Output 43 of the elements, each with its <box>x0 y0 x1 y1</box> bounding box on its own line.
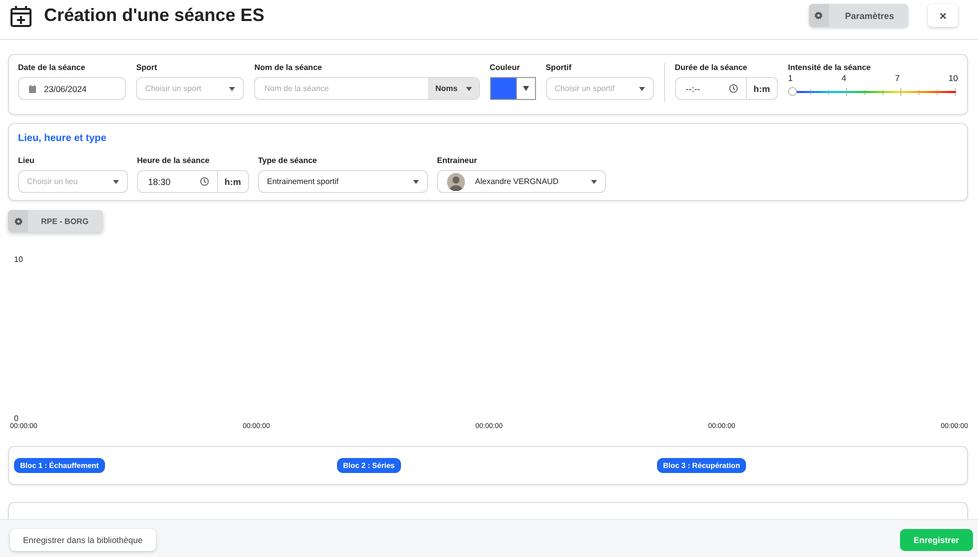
caret-icon <box>522 86 529 91</box>
field-label: Intensité de la séance <box>788 63 872 73</box>
save-to-library-button[interactable]: Enregistrer dans la bibliothèque <box>10 529 156 551</box>
field-label: Sportif <box>546 63 572 73</box>
settings-button[interactable]: Paramètres <box>808 4 908 27</box>
field-label: Heure de la séance <box>137 156 210 166</box>
axis-label: 10 <box>14 255 23 264</box>
field-label: Durée de la séance <box>674 63 748 73</box>
tick-label: 4 <box>842 73 846 83</box>
avatar-icon <box>447 172 465 190</box>
color-picker[interactable] <box>490 77 536 100</box>
rpe-borg-button[interactable]: RPE - BORG <box>8 210 103 232</box>
field-label: Nom de la séance <box>254 63 323 73</box>
names-dropdown[interactable]: Noms <box>428 78 479 99</box>
field-label: Type de séance <box>258 156 318 166</box>
gear-icon <box>814 11 824 20</box>
field-label: Lieu <box>18 156 36 166</box>
caret-icon <box>638 86 645 90</box>
section-title: Lieu, heure et type <box>18 133 108 144</box>
caret-icon <box>113 180 119 184</box>
field-label: Couleur <box>490 63 521 73</box>
window-title: Création d'une séance ES <box>44 5 266 26</box>
tick-label: 10 <box>948 73 958 83</box>
tick-label: 1 <box>788 73 793 83</box>
caret-icon <box>229 86 236 90</box>
tick-label: 7 <box>895 73 900 83</box>
caret-icon <box>413 180 419 184</box>
field-label: Entraineur <box>437 156 478 166</box>
calendar-add-icon <box>10 4 32 26</box>
slider-thumb[interactable] <box>788 87 798 96</box>
calendar-icon <box>29 84 36 92</box>
caret-icon <box>466 86 472 90</box>
gear-icon <box>14 216 22 226</box>
axis-label: 0 <box>14 414 18 423</box>
select-field[interactable]: Alexandre VERGNAUD <box>437 170 606 193</box>
field-label: Date de la séance <box>18 63 86 73</box>
date-field[interactable]: 23/06/2024 <box>18 77 126 100</box>
field-value: Alexandre VERGNAUD <box>475 177 559 186</box>
intensity-slider[interactable] <box>788 85 958 99</box>
select-field[interactable]: Entrainement sportif <box>258 170 428 193</box>
close-button[interactable]: × <box>928 4 958 27</box>
caret-icon <box>591 180 597 184</box>
field-label: Sport <box>136 63 158 73</box>
